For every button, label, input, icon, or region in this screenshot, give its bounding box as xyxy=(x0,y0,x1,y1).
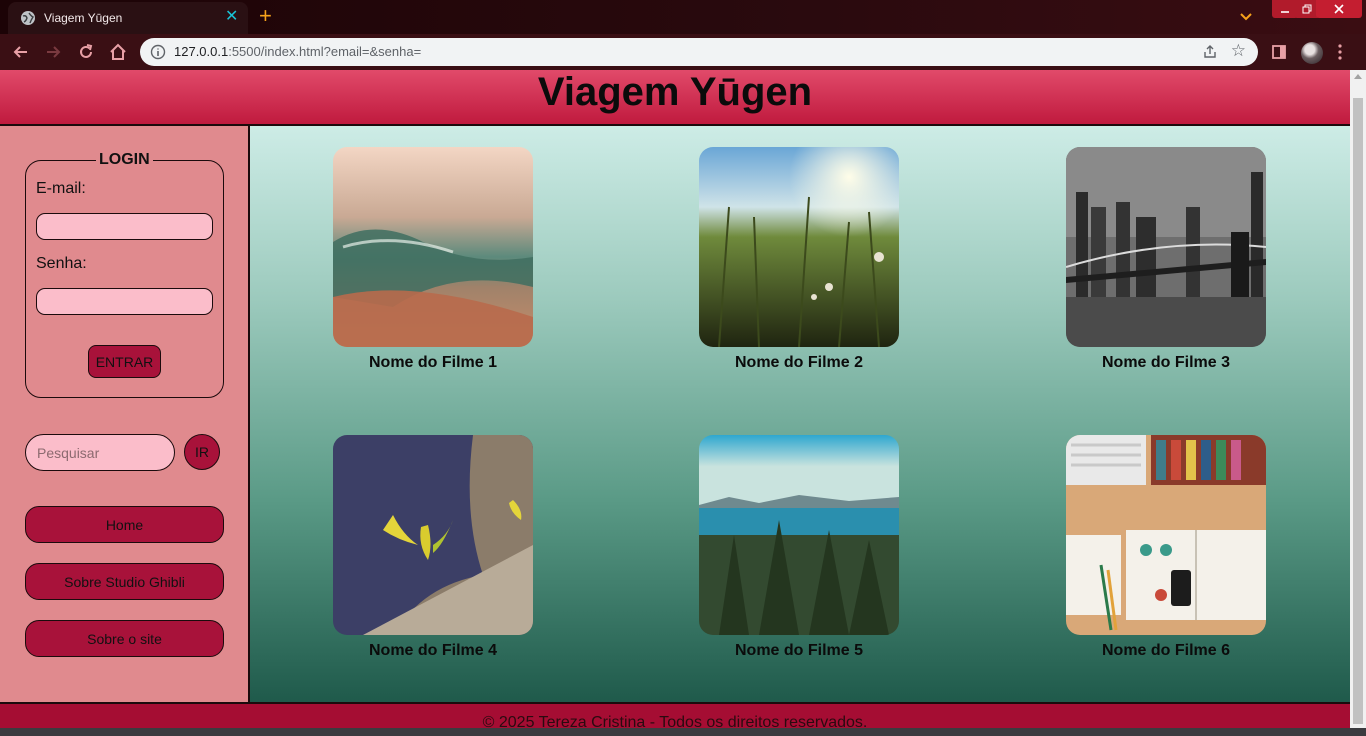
nav-about-site-button[interactable]: Sobre o site xyxy=(25,620,224,657)
email-label: E-mail: xyxy=(36,180,86,197)
profile-avatar[interactable] xyxy=(1301,42,1323,64)
search-input[interactable]: Pesquisar xyxy=(25,434,175,471)
url-host: 127.0.0.1 xyxy=(174,44,229,59)
movie-poster-forest[interactable] xyxy=(699,435,899,635)
tab-title: Viagem Yūgen xyxy=(44,11,123,25)
movie-caption: Nome do Filme 6 xyxy=(1101,642,1231,659)
browser-tab-strip: Viagem Yūgen ✕ + xyxy=(0,0,1366,34)
scroll-up-arrow-icon[interactable] xyxy=(1354,74,1362,79)
email-field[interactable] xyxy=(36,213,213,240)
movie-poster-flower[interactable] xyxy=(333,435,533,635)
movie-caption: Nome do Filme 2 xyxy=(734,354,864,371)
url-path: :5500/index.html?email=&senha= xyxy=(228,44,422,59)
home-icon[interactable] xyxy=(108,42,128,62)
web-page: Viagem Yūgen LOGIN E-mail: Senha: ENTRAR… xyxy=(0,70,1350,736)
site-header: Viagem Yūgen xyxy=(0,70,1350,126)
movie-caption: Nome do Filme 3 xyxy=(1101,354,1231,371)
minimize-icon xyxy=(1281,11,1289,13)
movie-caption: Nome do Filme 4 xyxy=(368,642,498,659)
close-icon xyxy=(1334,4,1344,14)
close-tab-icon[interactable]: ✕ xyxy=(225,8,238,26)
password-label: Senha: xyxy=(36,255,87,272)
page-scrollbar[interactable] xyxy=(1350,70,1366,736)
sidebar: LOGIN E-mail: Senha: ENTRAR Pesquisar IR… xyxy=(0,126,250,702)
movie-poster-ocean[interactable] xyxy=(333,147,533,347)
site-title: Viagem Yūgen xyxy=(537,70,813,114)
share-icon[interactable] xyxy=(1202,44,1218,60)
search-placeholder: Pesquisar xyxy=(37,445,100,461)
nav-studio-ghibli-button[interactable]: Sobre Studio Ghibli xyxy=(25,563,224,600)
new-tab-button[interactable]: + xyxy=(259,4,272,28)
movie-poster-desk[interactable] xyxy=(1066,435,1266,635)
address-bar[interactable]: 127.0.0.1:5500/index.html?email=&senha= … xyxy=(140,38,1258,66)
movie-caption: Nome do Filme 5 xyxy=(734,642,864,659)
movie-caption: Nome do Filme 1 xyxy=(368,354,498,371)
movie-gallery: Nome do Filme 1 Nome do Filme 2 Nome do … xyxy=(250,126,1350,702)
scrollbar-thumb[interactable] xyxy=(1353,98,1363,724)
side-panel-icon[interactable] xyxy=(1271,44,1287,60)
chevron-down-icon[interactable] xyxy=(1238,8,1254,24)
bookmark-star-icon[interactable]: ☆ xyxy=(1231,42,1246,60)
os-taskbar xyxy=(0,728,1366,736)
reload-icon[interactable] xyxy=(76,42,96,62)
movie-card[interactable]: Nome do Filme 2 xyxy=(699,147,899,372)
url-text: 127.0.0.1:5500/index.html?email=&senha= xyxy=(174,44,421,59)
restore-icon xyxy=(1302,4,1312,14)
forward-arrow-icon[interactable] xyxy=(43,42,63,62)
movie-card[interactable]: Nome do Filme 6 xyxy=(1066,435,1266,660)
movie-poster-grass[interactable] xyxy=(699,147,899,347)
movie-poster-bridge[interactable] xyxy=(1066,147,1266,347)
site-info-icon[interactable] xyxy=(150,44,166,60)
login-legend: LOGIN xyxy=(96,151,153,169)
movie-card[interactable]: Nome do Filme 3 xyxy=(1066,147,1266,372)
search-button[interactable]: IR xyxy=(184,434,220,470)
nav-home-button[interactable]: Home xyxy=(25,506,224,543)
globe-icon xyxy=(21,11,35,25)
movie-card[interactable]: Nome do Filme 5 xyxy=(699,435,899,660)
browser-tab[interactable]: Viagem Yūgen ✕ xyxy=(8,2,248,34)
more-menu-icon[interactable] xyxy=(1338,43,1342,61)
movie-card[interactable]: Nome do Filme 4 xyxy=(333,435,533,660)
close-window-button[interactable] xyxy=(1316,0,1362,18)
back-arrow-icon[interactable] xyxy=(11,42,31,62)
movie-card[interactable]: Nome do Filme 1 xyxy=(333,147,533,372)
browser-toolbar: 127.0.0.1:5500/index.html?email=&senha= … xyxy=(0,34,1366,70)
password-field[interactable] xyxy=(36,288,213,315)
login-submit-button[interactable]: ENTRAR xyxy=(88,345,161,378)
